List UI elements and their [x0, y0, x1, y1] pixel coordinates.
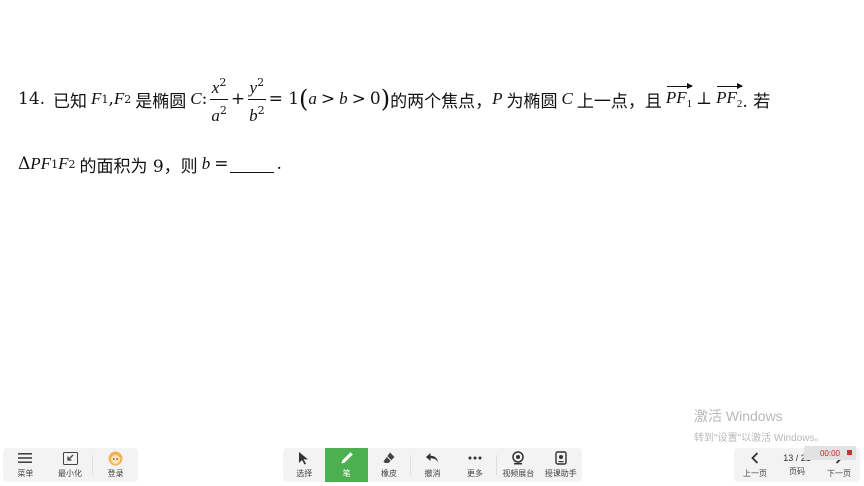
subscript-2: 2	[68, 157, 76, 171]
subscript-1: 1	[101, 92, 109, 106]
text-is-ellipse-2: 为椭圆	[506, 91, 558, 112]
symbol-F: F	[113, 89, 125, 108]
left-paren: (	[299, 85, 309, 113]
subscript-2: 2	[736, 98, 743, 110]
symbol-P: P	[30, 154, 41, 173]
menu-button[interactable]: 菜单	[3, 448, 48, 482]
menu-icon	[17, 451, 33, 465]
camera-icon	[510, 451, 526, 465]
fraction-x2-a2: x2 a2	[209, 73, 229, 126]
symbol-b: b	[339, 89, 348, 108]
plus-sign: +	[230, 89, 246, 109]
superscript-2: 2	[257, 103, 265, 117]
text-is-ellipse: 是椭圆	[135, 91, 187, 112]
more-label: 更多	[466, 469, 483, 478]
vector-PF2: PF2	[716, 83, 744, 110]
symbol-y: y	[249, 77, 258, 97]
text-area: 的面积为 9，则	[79, 156, 198, 177]
greater-than: >	[351, 89, 366, 109]
text-dot-if: . 若	[742, 91, 771, 112]
vector-label: PF	[665, 88, 687, 107]
select-tool-button[interactable]: 选择	[283, 448, 325, 482]
superscript-2: 2	[219, 103, 227, 117]
equals-sign: =	[214, 154, 229, 174]
teaching-assistant-button[interactable]: 授课助手	[540, 448, 582, 482]
minimize-button[interactable]: 最小化	[48, 448, 93, 482]
answer-blank	[230, 156, 275, 173]
question-line-1: 14. 已知 F1,F2 是椭圆 C: x2 a2 + y2 b2 = 1 ( …	[18, 72, 770, 126]
more-icon	[467, 451, 483, 465]
undo-button[interactable]: 撤消	[411, 448, 453, 482]
zero: 0	[369, 89, 381, 109]
symbol-F: F	[91, 89, 102, 108]
subscript-2: 2	[124, 92, 132, 106]
subscript-1: 1	[686, 98, 693, 110]
pen-tool-button[interactable]: 笔	[325, 448, 368, 482]
login-label: 登录	[107, 469, 124, 478]
pen-icon	[339, 451, 355, 465]
recording-timer[interactable]: 00:00	[804, 446, 856, 460]
question-number: 14.	[18, 89, 46, 109]
chevron-left-icon	[747, 451, 763, 465]
symbol-F: F	[58, 154, 69, 173]
superscript-2: 2	[219, 75, 227, 89]
watermark-title: 激活 Windows	[694, 408, 783, 424]
symbol-a: a	[308, 89, 317, 108]
delta-symbol: Δ	[18, 154, 31, 174]
greater-than: >	[320, 89, 336, 109]
assistant-icon	[553, 451, 569, 465]
pen-label: 笔	[342, 469, 351, 478]
menu-label: 菜单	[17, 469, 34, 478]
period: .	[276, 154, 282, 174]
text-two-foci: 的两个焦点，	[390, 91, 493, 112]
avatar-icon	[108, 451, 124, 465]
stop-icon[interactable]	[847, 450, 852, 455]
symbol-C: C	[561, 89, 573, 108]
undo-icon	[424, 451, 440, 465]
vector-PF1: PF1	[665, 83, 694, 110]
toolbar-tools: 选择 笔 橡皮 撤消 更多 视频展台 授课助手	[283, 448, 582, 482]
symbol-F: F	[40, 154, 52, 173]
eraser-icon	[381, 451, 397, 465]
more-button[interactable]: 更多	[454, 448, 496, 482]
prev-page-button[interactable]: 上一页	[734, 448, 776, 482]
slide-canvas[interactable]: 14. 已知 F1,F2 是椭圆 C: x2 a2 + y2 b2 = 1 ( …	[0, 0, 864, 440]
perpendicular-sign: ⊥	[696, 89, 713, 109]
minimize-icon	[62, 451, 78, 465]
prev-label: 上一页	[743, 469, 767, 478]
next-label: 下一页	[827, 469, 851, 478]
assistant-label: 授课助手	[544, 469, 577, 478]
fraction-y2-b2: y2 b2	[247, 73, 267, 126]
eraser-tool-button[interactable]: 橡皮	[368, 448, 410, 482]
watermark-subtitle: 转到"设置"以激活 Windows。	[694, 433, 825, 444]
video-booth-button[interactable]: 视频展台	[497, 448, 539, 482]
minimize-label: 最小化	[58, 469, 82, 478]
page-label: 页码	[789, 467, 805, 476]
undo-label: 撤消	[424, 469, 441, 478]
vector-label: PF	[716, 88, 737, 107]
eraser-label: 橡皮	[381, 469, 398, 478]
right-paren: )	[380, 85, 391, 113]
login-button[interactable]: 登录	[93, 448, 138, 482]
colon: :	[201, 89, 208, 109]
subscript-1: 1	[51, 157, 59, 171]
equals-one: = 1	[268, 89, 300, 109]
text-upper-point: 上一点，且	[576, 91, 662, 112]
text-known: 已知	[53, 91, 88, 112]
symbol-P: P	[492, 89, 503, 108]
cursor-icon	[296, 451, 312, 465]
symbol-C: C	[190, 89, 202, 108]
symbol-b: b	[201, 154, 211, 173]
select-label: 选择	[296, 469, 313, 478]
video-booth-label: 视频展台	[502, 469, 535, 478]
question-line-2: ΔPF1F2 的面积为 9，则 b = .	[18, 150, 282, 178]
symbol-b: b	[249, 105, 258, 125]
symbol-a: a	[211, 105, 220, 125]
timer-value: 00:00	[819, 448, 841, 458]
activation-watermark: 激活 Windows 转到"设置"以激活 Windows。	[694, 406, 824, 444]
toolbar-left: 菜单 最小化 登录	[3, 448, 138, 482]
superscript-2: 2	[257, 75, 265, 89]
